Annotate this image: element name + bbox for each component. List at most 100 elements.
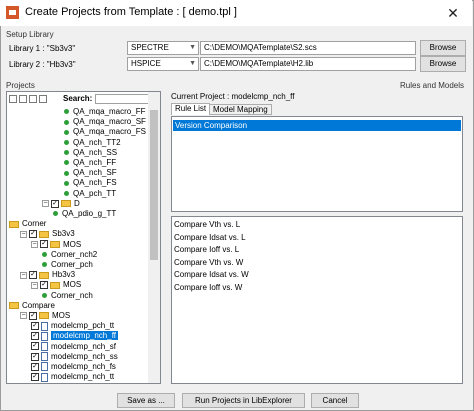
tree-label: Compare	[22, 300, 55, 310]
collapse-all-icon[interactable]	[19, 95, 27, 103]
rule-item[interactable]: Compare Ioff vs. W	[174, 282, 242, 293]
checkbox[interactable]: ✓	[31, 332, 39, 341]
tree-label: QA_nch_TT2	[73, 137, 121, 147]
checkbox[interactable]: ✓	[31, 352, 39, 361]
collapse-icon[interactable]: −	[20, 230, 27, 238]
setup-library-label: Setup Library	[6, 30, 54, 39]
project-status-icon	[64, 119, 69, 125]
rule-list-item[interactable]: Version Comparison	[173, 120, 461, 131]
folder-icon	[9, 220, 19, 228]
checkbox[interactable]: ✓	[29, 311, 37, 320]
library-1-simulator-select[interactable]: SPECTRE ▼	[127, 41, 199, 55]
library-2-browse-button[interactable]: Browse	[420, 56, 466, 72]
project-status-icon	[64, 150, 69, 156]
tree-label: modelcmp_nch_ss	[51, 351, 118, 361]
project-tree: QA_mqa_macro_FF QA_mqa_macro_SF QA_mqa_mac…	[9, 106, 147, 382]
folder-icon	[50, 281, 60, 289]
tree-label: Corner	[22, 219, 47, 229]
library-2-simulator-value: HSPICE	[131, 59, 161, 68]
checkbox[interactable]: ✓	[31, 322, 39, 331]
project-status-icon	[64, 170, 69, 176]
project-status-icon	[64, 180, 69, 186]
tree-label: QA_pdio_g_TT	[62, 209, 117, 218]
search-label: Search:	[63, 94, 93, 103]
checkbox[interactable]: ✓	[40, 240, 48, 249]
tree-label: Corner_nch2	[51, 249, 98, 259]
checkbox[interactable]: ✓	[31, 342, 39, 351]
cancel-button[interactable]: Cancel	[311, 393, 359, 408]
current-project-label: Current Project : modelcmp_nch_ff	[171, 92, 295, 101]
tree-label: modelcmp_pch_tt	[51, 321, 115, 331]
tab-rule-list[interactable]: Rule List	[171, 103, 211, 115]
checkbox[interactable]: ✓	[40, 281, 48, 290]
checkbox[interactable]: ✓	[29, 230, 37, 239]
library-2-path-field[interactable]: C:\DEMO\MQATemplate\H2.lib	[200, 57, 416, 71]
tree-label: QA_mqa_macro_SF	[73, 117, 146, 127]
project-status-icon	[64, 160, 69, 166]
search-input[interactable]	[95, 94, 149, 104]
save-as-button[interactable]: Save as ...	[117, 393, 175, 408]
tree-label: modelcmp_nch_sf	[51, 341, 116, 351]
close-button[interactable]: ✕	[438, 2, 468, 24]
rule-list-label: Version Comparison	[175, 121, 248, 130]
tree-label: QA_pch_TT	[73, 188, 117, 198]
checkbox[interactable]: ✓	[31, 373, 39, 382]
checkbox[interactable]: ✓	[29, 271, 37, 280]
rule-item[interactable]: Compare Vth vs. L	[174, 219, 240, 230]
rule-item[interactable]: Compare Idsat vs. W	[174, 269, 249, 280]
library-2-label: Library 2 : "Hb3v3"	[9, 60, 76, 69]
tree-label: modelcmp_nch_ff	[51, 331, 118, 341]
check-all-icon[interactable]	[29, 95, 37, 103]
project-status-icon	[64, 129, 69, 135]
tree-row[interactable]: ✓ modelcmp_nch_tt	[31, 371, 114, 382]
uncheck-all-icon[interactable]	[39, 95, 47, 103]
folder-icon	[39, 312, 49, 320]
rules-and-models-label: Rules and Models	[400, 81, 465, 90]
collapse-icon[interactable]: −	[20, 312, 27, 320]
tree-scrollbar[interactable]	[148, 92, 160, 383]
project-status-icon	[64, 139, 69, 145]
tree-label: modelcmp_nch_tt	[51, 372, 115, 382]
tree-scroll-thumb[interactable]	[150, 110, 158, 260]
collapse-icon[interactable]: −	[31, 281, 38, 289]
projects-panel: Search: QA_mqa_macro_FF QA_mqa_macro_SF QA…	[6, 91, 161, 384]
library-2-simulator-select[interactable]: HSPICE ▼	[127, 57, 199, 71]
library-1-path-field[interactable]: C:\DEMO\MQATemplate\S2.scs	[200, 41, 416, 55]
project-status-icon	[64, 190, 69, 196]
tree-label: QA_mqa_macro_FS	[73, 127, 146, 137]
checkbox[interactable]: ✓	[51, 199, 59, 208]
library-1-simulator-value: SPECTRE	[131, 43, 169, 52]
tree-row[interactable]: QA_pdio_g_TT	[53, 208, 116, 219]
document-icon	[41, 352, 48, 362]
chevron-down-icon: ▼	[189, 44, 196, 51]
projects-label: Projects	[6, 81, 35, 90]
document-icon	[41, 372, 48, 382]
tree-label: Sb3v3	[52, 229, 75, 239]
checkbox[interactable]: ✓	[31, 362, 39, 371]
collapse-icon[interactable]: −	[20, 271, 27, 279]
tree-label: QA_nch_FS	[73, 178, 117, 188]
collapse-icon[interactable]: −	[42, 200, 49, 208]
tab-model-mapping[interactable]: Model Mapping	[209, 104, 272, 115]
document-icon	[41, 321, 48, 331]
rule-item[interactable]: Compare Vth vs. W	[174, 257, 243, 268]
rule-item[interactable]: Compare Idsat vs. L	[174, 232, 246, 243]
project-status-icon	[42, 292, 47, 298]
rule-list-panel: Version Comparison	[171, 116, 463, 212]
tree-label: modelcmp_nch_fs	[51, 362, 116, 371]
collapse-icon[interactable]: −	[31, 240, 38, 248]
document-icon	[41, 362, 48, 372]
tree-label: Corner_nch	[51, 290, 93, 300]
tree-label: MOS	[63, 280, 82, 290]
run-projects-button[interactable]: Run Projects in LibExplorer	[182, 393, 305, 408]
document-icon	[41, 331, 48, 341]
library-1-browse-button[interactable]: Browse	[420, 40, 466, 56]
project-status-icon	[53, 211, 58, 217]
tree-label: QA_nch_SS	[73, 147, 118, 157]
library-1-label: Library 1 : "Sb3v3"	[9, 44, 76, 53]
folder-icon	[39, 271, 49, 279]
rule-item[interactable]: Compare Ioff vs. L	[174, 244, 239, 255]
expand-all-icon[interactable]	[9, 95, 17, 103]
title-bar: Create Projects from Template : [ demo.t…	[0, 0, 472, 26]
app-icon	[6, 6, 19, 19]
